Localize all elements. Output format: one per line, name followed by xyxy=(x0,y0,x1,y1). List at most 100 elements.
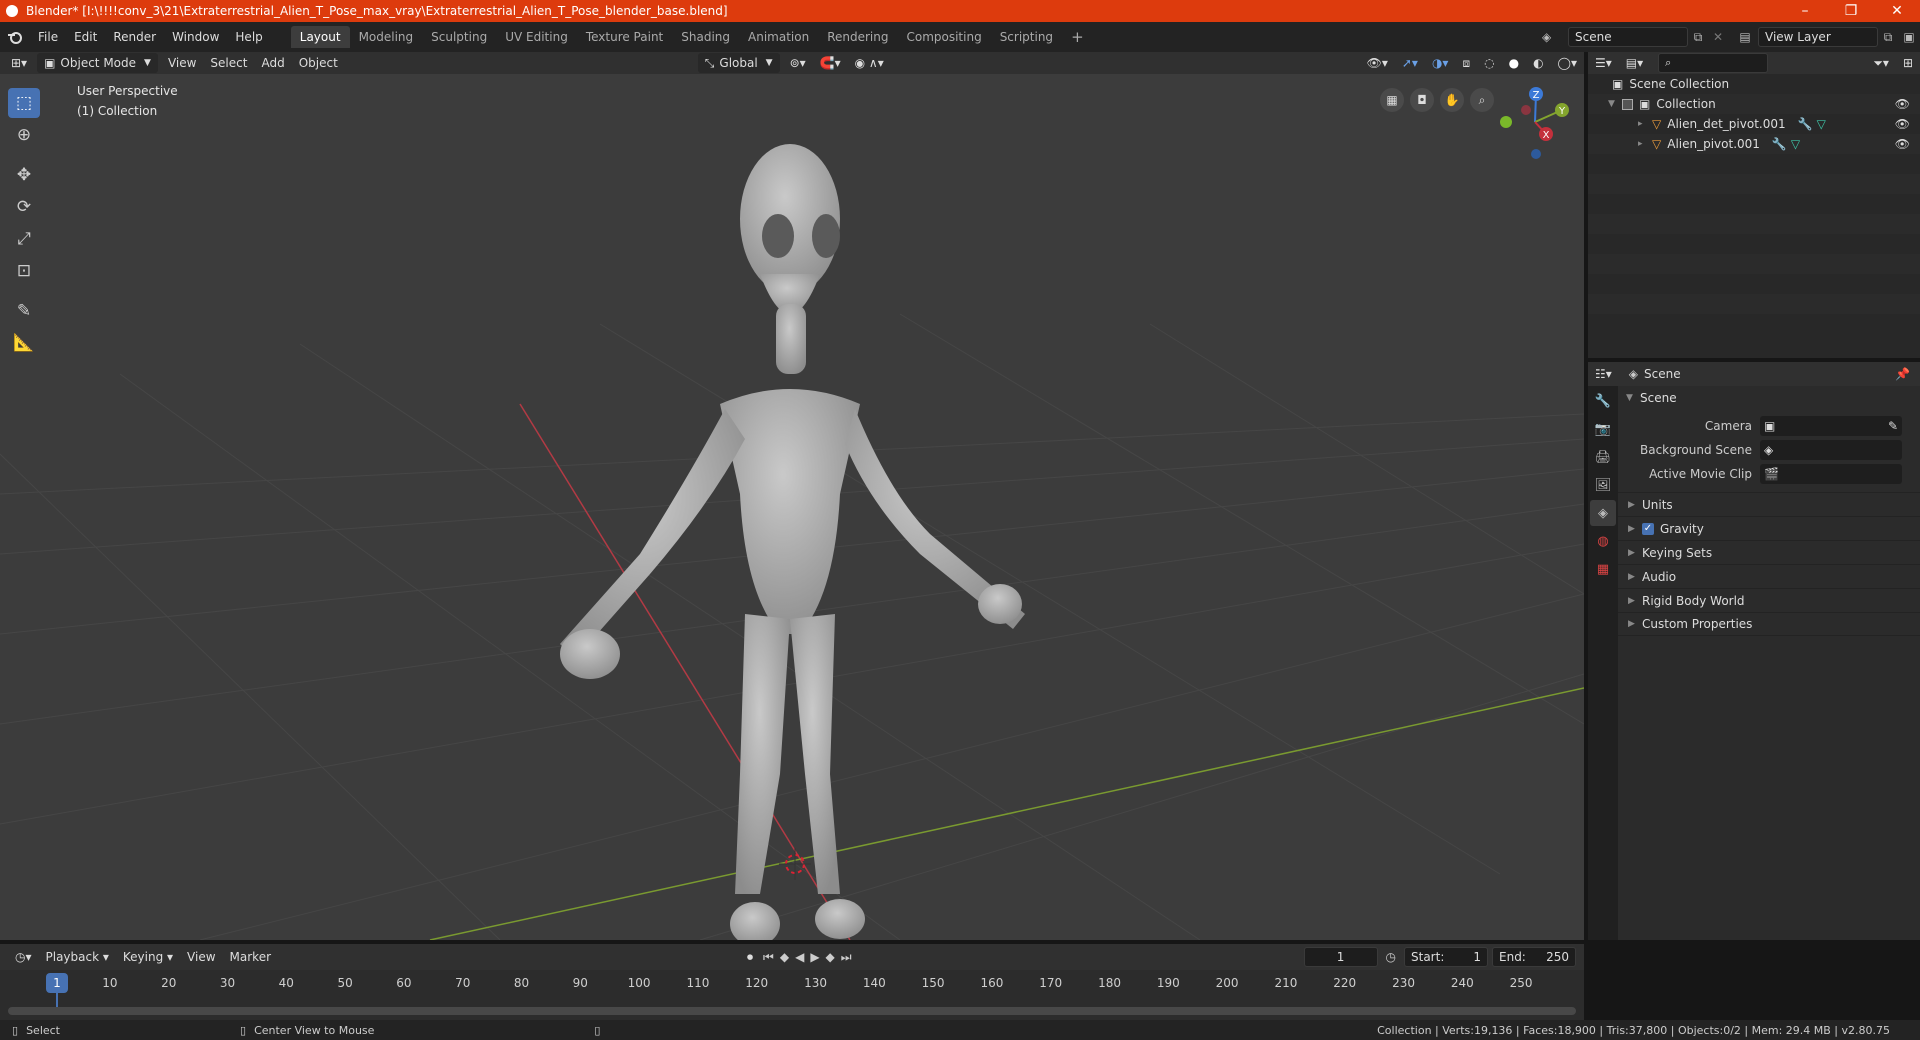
workspace-tab-scripting[interactable]: Scripting xyxy=(991,26,1062,48)
timeline-menu-marker[interactable]: Marker xyxy=(223,947,278,967)
properties-editor-type-icon[interactable]: ☷▾ xyxy=(1588,364,1619,384)
timeline-menu-view[interactable]: View xyxy=(180,947,222,967)
new-collection-icon[interactable]: ⊞ xyxy=(1896,53,1920,73)
proportional-edit-icon[interactable]: ◉ ∧▾ xyxy=(848,53,891,73)
blender-menu-icon[interactable] xyxy=(0,30,30,44)
pan-hand-icon[interactable]: ✋ xyxy=(1440,88,1464,112)
view-layer-tab-icon[interactable]: 🖼 xyxy=(1590,472,1616,498)
overlay-toggle-icon[interactable]: ◑▾ xyxy=(1425,53,1456,73)
workspace-tab-compositing[interactable]: Compositing xyxy=(897,26,990,48)
outliner-search-input[interactable]: ⌕ xyxy=(1658,53,1769,73)
scene-field[interactable]: Scene xyxy=(1568,27,1688,47)
outliner-editor-type-icon[interactable]: ☰▾ xyxy=(1588,53,1619,73)
add-workspace-button[interactable]: + xyxy=(1062,26,1093,48)
gravity-checkbox[interactable]: ✓ xyxy=(1642,522,1654,535)
end-frame-field[interactable]: End: 250 xyxy=(1492,947,1576,967)
gizmo-toggle-icon[interactable]: ➚▾ xyxy=(1395,53,1425,73)
collection-row[interactable]: ▼ ▣ Collection 👁 xyxy=(1588,94,1920,114)
camera-field[interactable]: ▣ ✎ xyxy=(1760,416,1902,436)
audio-panel[interactable]: ▶ Audio xyxy=(1618,564,1920,588)
workspace-tab-modeling[interactable]: Modeling xyxy=(350,26,423,48)
move-tool-icon[interactable]: ✥ xyxy=(8,160,40,190)
workspace-tab-animation[interactable]: Animation xyxy=(739,26,818,48)
annotate-tool-icon[interactable]: ✎ xyxy=(8,296,40,326)
pin-icon[interactable]: 📌 xyxy=(1895,367,1910,381)
transform-tool-icon[interactable]: ⊡ xyxy=(8,256,40,286)
custom-properties-panel[interactable]: ▶ Custom Properties xyxy=(1618,612,1920,636)
filter-icon[interactable]: ⏷▾ xyxy=(1866,53,1896,73)
viewport-menu-select[interactable]: Select xyxy=(203,53,254,73)
eye-icon[interactable]: 👁 xyxy=(1895,97,1910,111)
menu-file[interactable]: File xyxy=(30,22,66,52)
shading-solid-icon[interactable]: ● xyxy=(1502,53,1526,73)
scene-panel-header[interactable]: ▼ Scene xyxy=(1618,386,1920,410)
keying-sets-panel[interactable]: ▶ Keying Sets xyxy=(1618,540,1920,564)
view-layer-field[interactable]: View Layer xyxy=(1758,27,1878,47)
menu-help[interactable]: Help xyxy=(227,22,270,52)
mesh-data-icon[interactable]: ▽ xyxy=(1791,137,1800,151)
shading-material-icon[interactable]: ◐ xyxy=(1526,53,1550,73)
workspace-tab-texture-paint[interactable]: Texture Paint xyxy=(577,26,672,48)
editor-type-icon[interactable]: ⊞▾ xyxy=(4,53,34,73)
world-tab-icon[interactable]: ◍ xyxy=(1590,528,1616,554)
menu-window[interactable]: Window xyxy=(164,22,227,52)
workspace-tab-layout[interactable]: Layout xyxy=(290,26,350,48)
scene-collection-row[interactable]: ▣ Scene Collection xyxy=(1588,74,1920,94)
delete-view-layer-icon[interactable]: ▣ xyxy=(1898,30,1920,44)
jump-end-icon[interactable]: ⏭ xyxy=(838,950,855,965)
jump-start-icon[interactable]: ⏮ xyxy=(760,950,777,965)
delete-scene-icon[interactable]: ✕ xyxy=(1708,30,1728,44)
frame-ruler[interactable]: 1 10 20 30 40 50 60 70 80 90 100 110 120 130 140 150 160… xyxy=(0,970,1584,996)
xray-toggle-icon[interactable]: ⧈ xyxy=(1455,53,1477,73)
rigid-body-world-panel[interactable]: ▶ Rigid Body World xyxy=(1618,588,1920,612)
viewport-menu-view[interactable]: View xyxy=(161,53,203,73)
cursor-tool-icon[interactable]: ⊕ xyxy=(8,120,40,150)
units-panel[interactable]: ▶ Units xyxy=(1618,492,1920,516)
navigation-gizmo[interactable]: Z Y X xyxy=(1490,82,1580,162)
timeline-scrollbar[interactable] xyxy=(8,1007,1576,1015)
play-icon[interactable]: ▶ xyxy=(807,950,822,964)
eyedropper-icon[interactable]: ✎ xyxy=(1888,419,1898,433)
record-button-icon[interactable]: ⏺ xyxy=(740,947,760,967)
preview-range-icon[interactable]: ◷ xyxy=(1378,950,1404,964)
next-keyframe-icon[interactable]: ◆ xyxy=(823,950,838,964)
start-frame-field[interactable]: Start: 1 xyxy=(1404,947,1488,967)
play-reverse-icon[interactable]: ◀ xyxy=(792,950,807,964)
eye-icon[interactable]: 👁 xyxy=(1895,117,1910,131)
workspace-tab-shading[interactable]: Shading xyxy=(672,26,739,48)
modifier-wrench-icon[interactable]: 🔧 xyxy=(1772,137,1787,151)
scene-selector-icon[interactable]: ◈ xyxy=(1542,30,1568,44)
new-view-layer-icon[interactable]: ⧉ xyxy=(1878,30,1898,45)
workspace-tab-sculpting[interactable]: Sculpting xyxy=(422,26,496,48)
close-button[interactable]: ✕ xyxy=(1874,0,1920,22)
outliner-object-row[interactable]: ▸ ▽ Alien_det_pivot.001 🔧 ▽ 👁 xyxy=(1588,114,1920,134)
viewport-menu-add[interactable]: Add xyxy=(254,53,291,73)
modifier-wrench-icon[interactable]: 🔧 xyxy=(1798,117,1813,131)
gravity-panel[interactable]: ▶ ✓ Gravity xyxy=(1618,516,1920,540)
snap-icon[interactable]: 🧲▾ xyxy=(813,53,848,73)
rotate-tool-icon[interactable]: ⟳ xyxy=(8,192,40,222)
timeline-area[interactable]: 1 10 20 30 40 50 60 70 80 90 100 110 120 130 140 150 160… xyxy=(0,970,1584,1020)
background-scene-field[interactable]: ◈ xyxy=(1760,440,1902,460)
expand-arrow-icon[interactable]: ▼ xyxy=(1608,99,1622,109)
eye-icon[interactable]: 👁 xyxy=(1895,137,1910,151)
scene-tab-icon[interactable]: ◈ xyxy=(1590,500,1616,526)
maximize-button[interactable]: ❐ xyxy=(1828,0,1874,22)
shading-rendered-icon[interactable]: ◯▾ xyxy=(1551,53,1584,73)
select-box-tool-icon[interactable]: ⬚ xyxy=(8,88,40,118)
workspace-tab-rendering[interactable]: Rendering xyxy=(818,26,897,48)
current-frame-field[interactable]: 1 xyxy=(1303,947,1378,967)
shading-wireframe-icon[interactable]: ◌ xyxy=(1477,53,1501,73)
menu-render[interactable]: Render xyxy=(105,22,164,52)
scale-tool-icon[interactable]: ⤢ xyxy=(8,224,40,254)
minimize-button[interactable]: – xyxy=(1782,0,1828,22)
viewport-menu-object[interactable]: Object xyxy=(292,53,345,73)
collection-checkbox[interactable] xyxy=(1622,98,1633,110)
new-scene-icon[interactable]: ⧉ xyxy=(1688,30,1708,45)
measure-tool-icon[interactable]: 📐 xyxy=(8,328,40,358)
outliner-object-row[interactable]: ▸ ▽ Alien_pivot.001 🔧 ▽ 👁 xyxy=(1588,134,1920,154)
3d-viewport[interactable]: User Perspective (1) Collection ▦ ◘ ✋ ⌕ … xyxy=(0,74,1584,940)
menu-edit[interactable]: Edit xyxy=(66,22,105,52)
transform-orientation-selector[interactable]: ⤡ Global ▼ xyxy=(697,53,780,73)
timeline-menu-playback[interactable]: Playback ▾ xyxy=(39,947,116,967)
